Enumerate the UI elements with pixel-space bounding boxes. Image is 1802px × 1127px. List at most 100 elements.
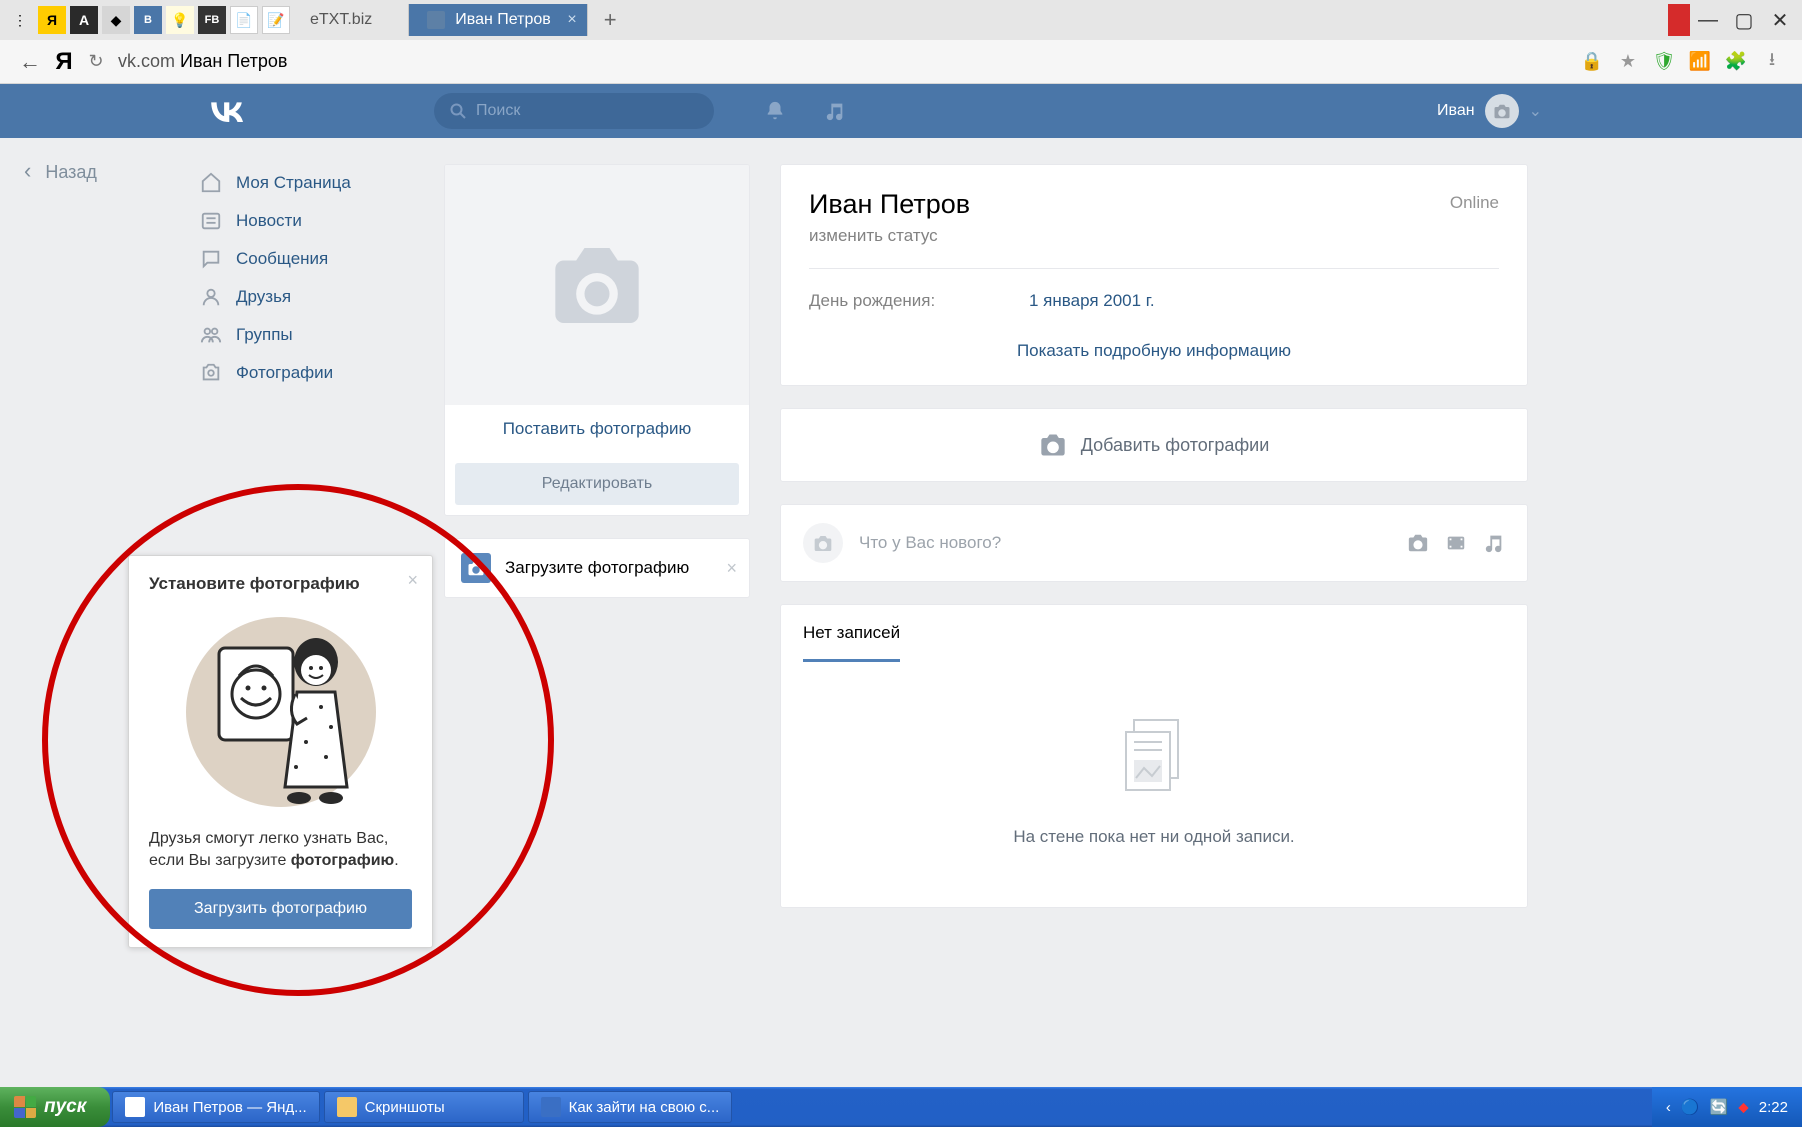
birthday-value[interactable]: 1 января 2001 г. [1029,291,1155,311]
nav-friends[interactable]: Друзья [200,278,410,316]
add-photos-label: Добавить фотографии [1081,435,1270,456]
taskbar-item-browser[interactable]: Иван Петров — Янд... [112,1091,319,1123]
extension2-icon[interactable]: 🧩 [1722,48,1750,76]
change-status-link[interactable]: изменить статус [809,226,1499,246]
tray-bluetooth-icon[interactable]: ⬥ [1738,1099,1749,1116]
tab-active[interactable]: Иван Петров × [409,4,588,36]
tray-clock[interactable]: 2:22 [1759,1099,1788,1116]
header-user-menu[interactable]: Иван ⌄ [1437,94,1542,128]
tab-drag-handle-icon[interactable]: ⋮ [6,6,34,34]
camera-placeholder-icon [547,243,647,328]
windows-flag-icon [14,1096,36,1118]
birthday-label: День рождения: [809,291,1029,311]
window-minimize-button[interactable]: — [1690,4,1726,36]
divider [809,268,1499,269]
set-photo-link[interactable]: Поставить фотографию [445,405,749,453]
task-icon [541,1097,561,1117]
wall-tabs: Нет записей [781,605,1527,662]
popup-upload-button[interactable]: Загрузить фотографию [149,889,412,929]
nav-back-button[interactable]: ← [12,49,48,75]
profile-main-column: Online Иван Петров изменить статус День … [780,164,1528,908]
tab-a-icon[interactable]: A [70,6,98,34]
search-icon [450,103,466,119]
add-photos-card[interactable]: Добавить фотографии [780,408,1528,482]
empty-docs-icon [1114,712,1194,802]
tab-yandex-icon[interactable]: Я [38,6,66,34]
avatar-icon [1485,94,1519,128]
wall-tab-empty[interactable]: Нет записей [803,623,900,662]
edit-profile-button[interactable]: Редактировать [455,463,739,505]
window-controls: — ▢ ✕ [1668,4,1798,36]
yandex-logo-icon[interactable]: Я [48,48,80,76]
music-icon[interactable] [824,100,846,122]
post-avatar-icon [803,523,843,563]
windows-taskbar: пуск Иван Петров — Янд... Скриншоты Как … [0,1087,1802,1127]
lock-icon[interactable]: 🔒 [1578,48,1606,76]
tab-vk-icon[interactable]: B [134,6,162,34]
shield-icon[interactable]: 🛡 [1650,48,1678,76]
search-input[interactable] [476,102,698,120]
camera-grey-icon [1039,433,1067,457]
attach-video-icon[interactable] [1445,532,1467,554]
tab-fb-icon[interactable]: FB [198,6,226,34]
photo-placeholder [445,165,749,405]
taskbar-item-word[interactable]: Как зайти на свою с... [528,1091,733,1123]
new-tab-button[interactable]: + [596,7,625,33]
url-field[interactable]: vk.com Иван Петров [118,51,287,72]
bookmark-star-icon[interactable]: ★ [1614,48,1642,76]
tab-generic-icon[interactable]: ◆ [102,6,130,34]
window-accent-icon [1668,4,1690,36]
header-user-name: Иван [1437,102,1475,120]
start-button[interactable]: пуск [0,1087,110,1127]
tray-chevron-icon[interactable]: ‹ [1666,1099,1671,1116]
chevron-down-icon: ⌄ [1529,101,1542,121]
popup-close-icon[interactable]: × [407,570,418,591]
downloads-icon[interactable]: ⭳ [1758,48,1786,76]
profile-name: Иван Петров [809,189,1499,220]
tab-etxt[interactable]: eTXT.biz [292,4,409,36]
back-link[interactable]: Назад [24,158,97,184]
tab-doc2-icon[interactable]: 📝 [262,6,290,34]
popup-illustration-icon [181,612,381,812]
set-photo-popup: Установите фотографию × Друзья смог [128,555,433,948]
attach-photo-icon[interactable] [1407,532,1429,554]
tab-bulb-icon[interactable]: 💡 [166,6,194,34]
nav-my-page[interactable]: Моя Страница [200,164,410,202]
profile-photo-card: Поставить фотографию Редактировать [444,164,750,516]
task-icon [337,1097,357,1117]
profile-left-column: Поставить фотографию Редактировать Загру… [444,164,750,908]
profile-info-card: Online Иван Петров изменить статус День … [780,164,1528,386]
taskbar-item-screenshots[interactable]: Скриншоты [324,1091,524,1123]
window-maximize-button[interactable]: ▢ [1726,4,1762,36]
tab-doc-icon[interactable]: 📄 [230,6,258,34]
birthday-row: День рождения: 1 января 2001 г. [809,291,1499,311]
new-post-input[interactable] [859,533,1407,553]
bell-icon[interactable] [764,100,786,122]
tray-network-icon[interactable]: 🔵 [1681,1098,1700,1116]
reload-button[interactable]: ↻ [80,51,112,72]
upload-photo-row[interactable]: Загрузите фотографию × [444,538,750,598]
task-icon [125,1097,145,1117]
vk-header: Иван ⌄ [0,84,1802,138]
nav-photos[interactable]: Фотографии [200,354,410,392]
attach-music-icon[interactable] [1483,532,1505,554]
vk-page: Назад Моя Страница Новости Сообщения Дру… [0,138,1802,908]
search-box[interactable] [434,93,714,129]
tray-sync-icon[interactable]: 🔄 [1710,1098,1729,1116]
nav-groups[interactable]: Группы [200,316,410,354]
nav-messages[interactable]: Сообщения [200,240,410,278]
vk-logo-icon[interactable] [200,84,254,138]
tab-favicon-vk-icon [427,11,445,29]
popup-description: Друзья смогут легко узнать Вас, если Вы … [149,828,412,873]
system-tray[interactable]: ‹ 🔵 🔄 ⬥ 2:22 [1652,1087,1802,1127]
show-more-info-link[interactable]: Показать подробную информацию [809,341,1499,361]
address-bar: ← Я ↻ vk.com Иван Петров 🔒 ★ 🛡 📶 🧩 ⭳ [0,40,1802,84]
extension1-icon[interactable]: 📶 [1686,48,1714,76]
window-close-button[interactable]: ✕ [1762,4,1798,36]
tab-label: Иван Петров [455,11,551,29]
close-upload-icon[interactable]: × [726,558,737,579]
upload-photo-label: Загрузите фотографию [505,558,689,578]
tab-close-icon[interactable]: × [567,11,576,29]
nav-news[interactable]: Новости [200,202,410,240]
new-post-card [780,504,1528,582]
